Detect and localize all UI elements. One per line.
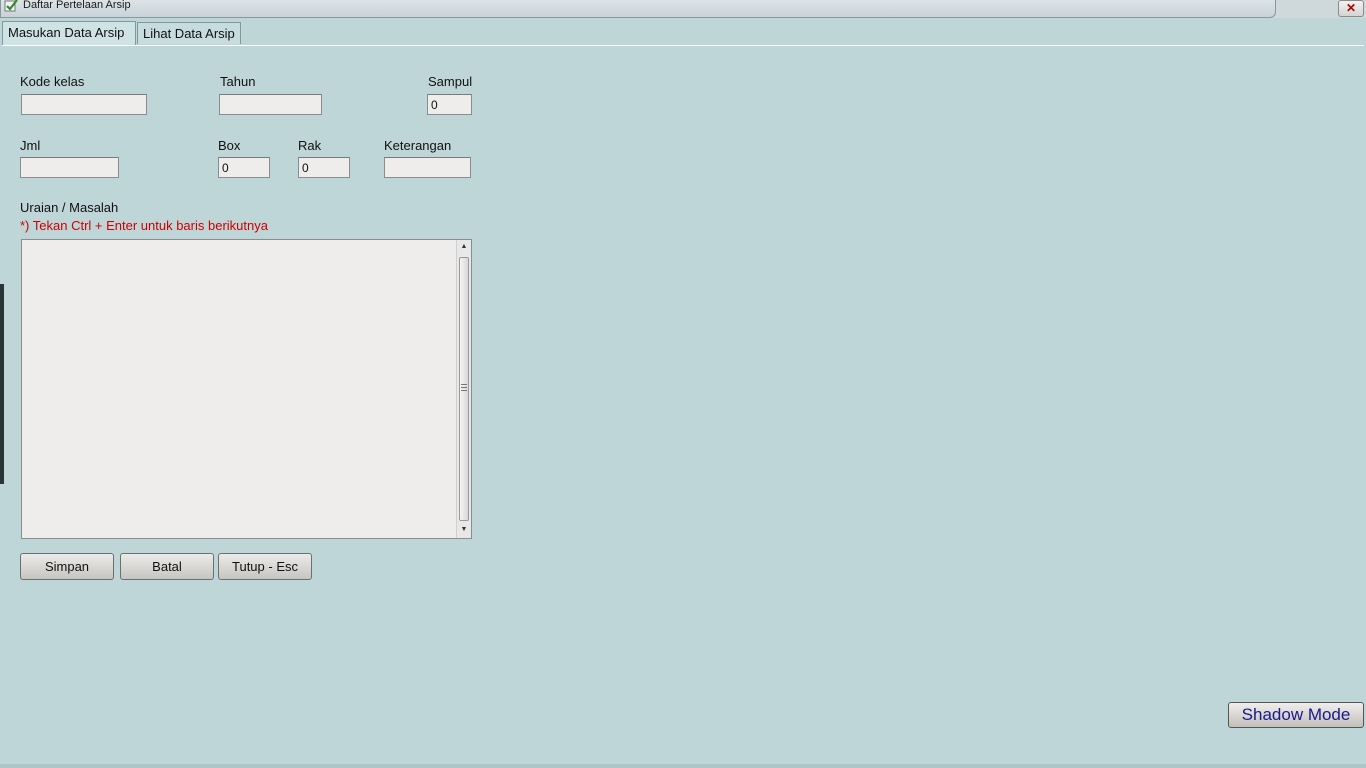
- box-label: Box: [218, 138, 241, 153]
- tab-lihat-data-arsip[interactable]: Lihat Data Arsip: [137, 22, 241, 44]
- sampul-input[interactable]: [427, 94, 472, 115]
- arrow-up-icon[interactable]: ▲: [457, 240, 471, 254]
- sampul-label: Sampul: [428, 74, 473, 89]
- simpan-button[interactable]: Simpan: [20, 553, 114, 580]
- jml-input[interactable]: [20, 157, 119, 178]
- memo-scrollbar[interactable]: ▲ ▼: [456, 240, 471, 538]
- tahun-input[interactable]: [219, 94, 322, 115]
- uraian-label: Uraian / Masalah: [20, 200, 119, 215]
- bottom-edge: [0, 764, 1366, 768]
- close-button[interactable]: ✕: [1338, 0, 1364, 17]
- tahun-label: Tahun: [220, 74, 256, 89]
- left-edge-bar: [0, 284, 4, 484]
- tutup-esc-button[interactable]: Tutup - Esc: [218, 553, 312, 580]
- app-window: Daftar Pertelaan Arsip ✕ Masukan Data Ar…: [0, 0, 1366, 768]
- uraian-textarea[interactable]: [22, 240, 456, 538]
- jml-label: Jml: [20, 138, 41, 153]
- keterangan-label: Keterangan: [384, 138, 452, 153]
- kode-kelas-label: Kode kelas: [20, 74, 85, 89]
- kode-kelas-input[interactable]: [21, 94, 147, 115]
- uraian-memo: ▲ ▼: [21, 239, 472, 539]
- uraian-hint: *) Tekan Ctrl + Enter untuk baris beriku…: [20, 218, 268, 233]
- shadow-mode-button[interactable]: Shadow Mode: [1228, 702, 1364, 728]
- arrow-down-icon[interactable]: ▼: [457, 523, 471, 537]
- rak-label: Rak: [298, 138, 322, 153]
- title-bar: Daftar Pertelaan Arsip ✕: [0, 0, 1366, 18]
- batal-button[interactable]: Batal: [120, 553, 214, 580]
- tab-divider: [2, 45, 1364, 46]
- rak-input[interactable]: [298, 157, 350, 178]
- grip-icon: [461, 384, 467, 391]
- scrollbar-thumb[interactable]: [459, 257, 469, 521]
- box-input[interactable]: [218, 157, 270, 178]
- close-icon: ✕: [1345, 1, 1357, 15]
- title-bar-frame: Daftar Pertelaan Arsip: [0, 0, 1276, 18]
- keterangan-input[interactable]: [384, 157, 471, 178]
- tab-masukan-data-arsip[interactable]: Masukan Data Arsip: [2, 21, 136, 45]
- window-title: Daftar Pertelaan Arsip: [23, 0, 131, 11]
- checkmark-app-icon: [4, 0, 18, 12]
